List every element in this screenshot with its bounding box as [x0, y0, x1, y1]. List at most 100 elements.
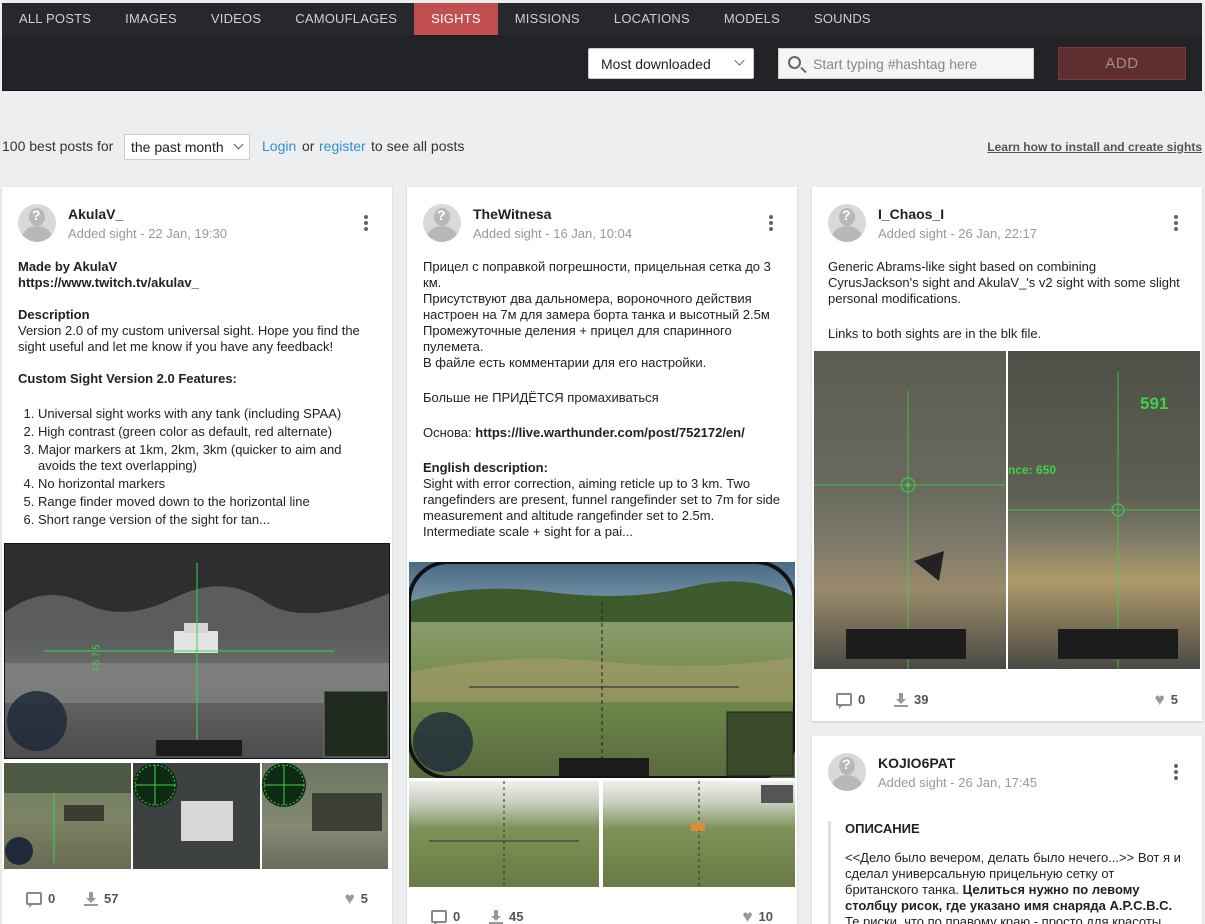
post-description: ОПИСАНИЕ <<Дело было вечером, делать был… [828, 821, 1188, 924]
learn-sights-link[interactable]: Learn how to install and create sights [987, 140, 1202, 154]
description-line: Прицел с поправкой погрешности, прицельн… [423, 259, 771, 290]
post-meta: Added sight - 22 Jan, 19:30 [68, 226, 228, 241]
post-card: ? KOJIO6PAT Added sight - 26 Jan, 17:45 … [812, 736, 1202, 924]
avatar[interactable]: ? [828, 204, 866, 242]
category-tabs: ALL POSTS IMAGES VIDEOS CAMOUFLAGES SIGH… [2, 3, 1202, 35]
comment-icon [836, 693, 852, 709]
post-author[interactable]: AkulaV_ [68, 206, 123, 222]
post-meta: Added sight - 16 Jan, 10:04 [473, 226, 633, 241]
download-icon [489, 909, 503, 924]
hashtag-search-input[interactable] [813, 49, 1029, 78]
description-line: Присутствуют два дальномера, вороночного… [423, 291, 770, 322]
sight-screenshot[interactable] [409, 562, 795, 778]
list-item: Short range version of the sight for tan… [38, 512, 378, 528]
avatar[interactable]: ? [18, 204, 56, 242]
tab-videos[interactable]: VIDEOS [194, 3, 278, 35]
comments-count[interactable]: 0 [431, 909, 460, 924]
post-footer: 0 39 ♥ 5 [812, 689, 1202, 721]
sight-thumbnail[interactable] [409, 781, 599, 887]
post-header: ? I_Chaos_I Added sight - 26 Jan, 22:17 [812, 187, 1202, 247]
list-item: Major markers at 1km, 2km, 3km (quicker … [38, 442, 378, 474]
post-meta: Added sight - 26 Jan, 22:17 [878, 226, 1038, 241]
post-header: ? TheWitnesa Added sight - 16 Jan, 10:04 [407, 187, 797, 247]
comments-value: 0 [453, 909, 461, 924]
tab-all-posts[interactable]: ALL POSTS [2, 3, 108, 35]
heart-icon: ♥ [1154, 689, 1165, 709]
downloads-value: 39 [914, 692, 929, 707]
list-item: No horizontal markers [38, 476, 378, 492]
period-dropdown-value: the past month [131, 139, 224, 155]
likes-count[interactable]: ♥ 5 [1154, 689, 1178, 709]
twitch-link[interactable]: https://www.twitch.tv/akulav_ [18, 275, 199, 290]
sight-thumbnail[interactable] [262, 763, 388, 869]
tab-camouflages[interactable]: CAMOUFLAGES [278, 3, 414, 35]
chevron-down-icon [233, 139, 244, 150]
downloads-value: 57 [104, 891, 119, 906]
description-text: Generic Abrams-like sight based on combi… [828, 259, 1180, 306]
comments-count[interactable]: 0 [26, 891, 55, 908]
post-description: Made by AkulaV https://www.twitch.tv/aku… [18, 259, 378, 530]
login-link[interactable]: Login [262, 138, 296, 154]
see-all-text: to see all posts [371, 138, 465, 154]
add-button[interactable]: ADD [1058, 47, 1186, 80]
description-line: Промежуточные деления + прицел для спари… [423, 323, 732, 354]
tab-sights[interactable]: SIGHTS [414, 3, 498, 35]
list-item: High contrast (green color as default, r… [38, 424, 378, 440]
english-text: Sight with error correction, aiming reti… [423, 476, 780, 539]
basis-label: Основа: [423, 425, 476, 440]
post-author[interactable]: TheWitnesa [473, 206, 551, 222]
downloads-value: 45 [509, 909, 524, 924]
post-description: Прицел с поправкой погрешности, прицельн… [423, 259, 783, 540]
description-heading: Description [18, 307, 90, 322]
tab-locations[interactable]: LOCATIONS [597, 3, 707, 35]
more-options-icon[interactable] [1174, 215, 1178, 231]
chevron-down-icon [734, 55, 745, 66]
basis-link[interactable]: https://live.warthunder.com/post/752172/… [475, 425, 744, 440]
english-heading: English description: [423, 460, 548, 475]
period-dropdown[interactable]: the past month [124, 134, 250, 160]
more-options-icon[interactable] [1174, 764, 1178, 780]
download-icon [84, 891, 98, 906]
downloads-count[interactable]: 45 [489, 909, 523, 924]
sight-screenshot[interactable] [814, 351, 1006, 669]
likes-value: 5 [1170, 692, 1178, 707]
tab-missions[interactable]: MISSIONS [498, 3, 597, 35]
made-by: Made by AkulaV [18, 259, 118, 274]
register-link[interactable]: register [319, 138, 366, 154]
list-item: Range finder moved down to the horizonta… [38, 494, 378, 510]
sight-screenshot[interactable]: 591 nce: 650 [1008, 351, 1200, 669]
post-description: Generic Abrams-like sight based on combi… [828, 259, 1188, 342]
more-options-icon[interactable] [364, 215, 368, 231]
features-heading: Custom Sight Version 2.0 Features: [18, 371, 237, 386]
toolbar: Most downloaded ADD [2, 47, 1202, 80]
comment-icon [431, 910, 447, 924]
description-heading: ОПИСАНИЕ [845, 821, 920, 836]
tab-images[interactable]: IMAGES [108, 3, 194, 35]
range-readout: 591 [1140, 394, 1168, 413]
likes-value: 5 [360, 891, 368, 906]
downloads-count[interactable]: 39 [894, 692, 928, 707]
downloads-count[interactable]: 57 [84, 891, 118, 906]
tab-models[interactable]: MODELS [707, 3, 797, 35]
sight-thumbnail[interactable] [133, 763, 260, 869]
description-text-tail: Те риски, что по правому краю - просто д… [845, 914, 1165, 924]
comments-count[interactable]: 0 [836, 692, 865, 709]
sort-dropdown[interactable]: Most downloaded [588, 48, 754, 79]
post-author[interactable]: I_Chaos_I [878, 206, 944, 222]
likes-count[interactable]: ♥ 5 [344, 888, 368, 908]
heart-icon: ♥ [344, 888, 355, 908]
post-header: ? KOJIO6PAT Added sight - 26 Jan, 17:45 [812, 736, 1202, 796]
post-card: ? AkulaV_ Added sight - 22 Jan, 19:30 Ma… [2, 187, 392, 924]
likes-count[interactable]: ♥ 10 [742, 908, 773, 924]
avatar[interactable]: ? [423, 204, 461, 242]
sight-screenshot[interactable]: FS 7.5 [4, 543, 390, 759]
sight-thumbnail[interactable] [603, 781, 795, 887]
svg-text:FS 7.5: FS 7.5 [91, 644, 101, 671]
description-text: Links to both sights are in the blk file… [828, 326, 1042, 341]
tab-sounds[interactable]: SOUNDS [797, 3, 888, 35]
sight-thumbnail[interactable] [4, 763, 131, 869]
avatar[interactable]: ? [828, 753, 866, 791]
more-options-icon[interactable] [769, 215, 773, 231]
post-author[interactable]: KOJIO6PAT [878, 755, 955, 771]
distance-readout: nce: 650 [1008, 463, 1056, 477]
